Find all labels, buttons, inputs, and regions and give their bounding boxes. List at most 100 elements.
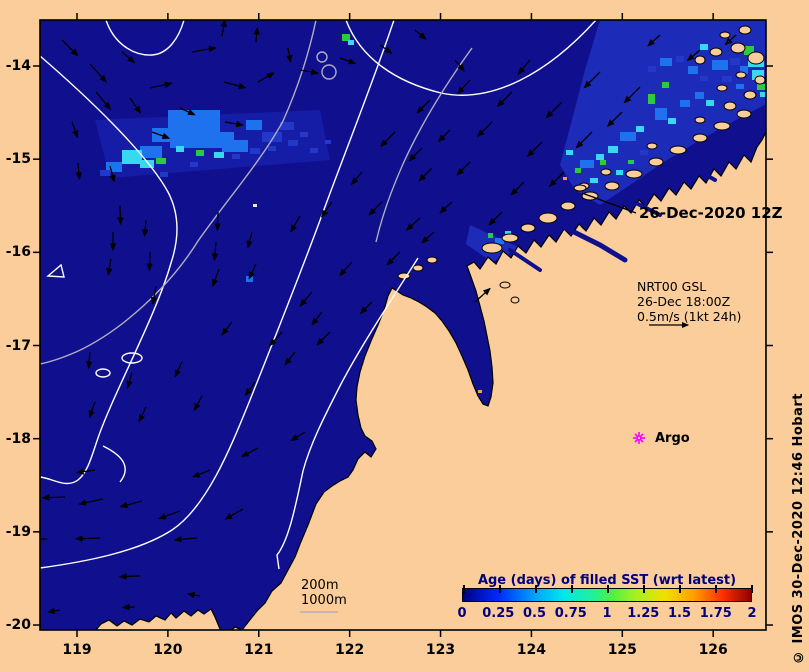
lat-tick-label: -20 <box>5 617 31 634</box>
current-arrow <box>117 205 124 226</box>
sst-age-patch <box>246 120 262 130</box>
lat-tick-label: -17 <box>5 337 31 354</box>
date-stamp: 26-Dec-2020 12Z <box>639 204 783 222</box>
depth-label-1000m: 1000m <box>301 593 347 608</box>
sst-age-patch <box>730 58 740 65</box>
credit-stamp: © IMOS 30-Dec-2020 12:46 Hobart <box>791 392 806 664</box>
current-legend-line2: 26-Dec 18:00Z <box>637 294 731 309</box>
sst-age-patch <box>712 60 728 70</box>
colorbar-tick <box>751 585 753 593</box>
sst-age-patch <box>170 136 200 148</box>
sst-age-patch <box>478 390 482 393</box>
map-canvas <box>33 13 773 637</box>
current-arrow <box>74 535 101 542</box>
sst-age-patch <box>288 140 298 146</box>
lat-tick-label: -15 <box>5 151 31 168</box>
lon-tick-label: 121 <box>244 642 274 658</box>
sst-age-patch <box>636 126 644 132</box>
sst-age-patch <box>668 118 676 124</box>
sst-age-patch <box>760 92 766 97</box>
sst-age-patch <box>648 66 656 72</box>
sst-age-patch <box>214 152 224 158</box>
sst-age-patch <box>300 132 308 137</box>
current-arrow <box>214 211 221 232</box>
colorbar-tick <box>463 585 465 593</box>
sst-age-patch <box>232 154 240 159</box>
colorbar-tick-label: 0.75 <box>554 606 587 621</box>
sst-age-patch <box>253 204 257 207</box>
sst-age-patch <box>190 162 198 167</box>
colorbar-tick-label: 1.75 <box>699 606 732 621</box>
sst-age-patch <box>222 140 248 152</box>
sst-age-patch <box>268 146 276 151</box>
lon-tick-label: 122 <box>335 642 365 658</box>
colorbar <box>462 585 753 602</box>
colorbar-tick-label: 0 <box>457 606 467 621</box>
colorbar-tick <box>571 585 573 593</box>
sst-age-patch <box>160 172 168 177</box>
sst-age-patch <box>176 146 184 152</box>
colorbar-tick <box>679 585 681 593</box>
lat-tick-label: -18 <box>5 430 31 447</box>
sst-age-patch <box>608 146 618 153</box>
sst-age-patch <box>100 170 110 176</box>
sst-age-patch <box>310 148 318 153</box>
sst-age-patch <box>596 154 604 160</box>
sst-age-patch <box>700 44 708 50</box>
lon-tick-label: 119 <box>62 642 92 658</box>
colorbar-tick-label: 0.25 <box>482 606 515 621</box>
colorbar-tick-label: 1.25 <box>627 606 660 621</box>
current-arrow <box>118 573 141 580</box>
sst-age-patch <box>575 168 581 173</box>
sst-age-patch <box>655 108 667 120</box>
lat-tick-label: -19 <box>5 523 31 540</box>
colorbar-tick <box>643 585 645 593</box>
current-arrow <box>41 494 66 501</box>
colorbar-tick <box>499 585 501 593</box>
lon-tick-label: 126 <box>698 642 728 658</box>
current-legend-line3: 0.5m/s (1kt 24h) <box>637 309 742 324</box>
sst-age-patch <box>648 94 655 104</box>
depth-label-200m: 200m <box>301 578 339 593</box>
colorbar-tick-label: 1.5 <box>667 606 692 621</box>
argo-label: Argo <box>655 431 690 446</box>
lon-tick-label: 124 <box>516 642 547 658</box>
sst-age-patch <box>680 100 690 107</box>
sst-age-patch <box>676 56 684 62</box>
colorbar-tick <box>715 585 717 593</box>
sst-age-patch <box>580 160 594 168</box>
sst-age-patch <box>342 34 350 41</box>
sst-age-patch <box>566 150 573 155</box>
current-legend-line1: NRT00 GSL <box>637 279 707 294</box>
sst-age-patch <box>640 150 648 155</box>
sst-age-patch <box>156 158 166 164</box>
current-arrow <box>146 251 153 272</box>
sst-age-patch <box>706 100 714 106</box>
sst-age-patch <box>757 84 765 90</box>
sst-age-patch <box>688 66 698 74</box>
imos-sst-age-figure: 26-Dec-2020 12Z NRT00 GSL 26-Dec 18:00Z … <box>0 0 809 672</box>
sst-age-patch <box>250 148 260 154</box>
colorbar-tick-label: 1 <box>602 606 612 621</box>
colorbar-tick <box>607 585 609 593</box>
lon-tick-label: 120 <box>153 642 183 658</box>
sst-age-patch <box>695 92 704 99</box>
sst-age-patch <box>196 150 204 156</box>
colorbar-tick-label: 0.5 <box>522 606 547 621</box>
sst-age-patch <box>628 160 634 164</box>
lon-tick-label: 123 <box>425 642 456 658</box>
sst-age-patch <box>325 140 331 144</box>
sst-age-patch <box>736 84 744 89</box>
sst-age-patch <box>348 40 354 45</box>
sst-age-patch <box>722 76 732 82</box>
sst-age-patch <box>700 76 708 81</box>
sst-age-patch <box>662 82 669 88</box>
lon-tick-label: 125 <box>607 642 637 658</box>
sst-age-patch <box>488 233 493 238</box>
lat-tick-label: -14 <box>5 58 31 74</box>
sst-age-patch <box>620 132 636 141</box>
colorbar-tick-label: 2 <box>747 606 757 621</box>
sst-age-patch <box>616 170 623 175</box>
lat-tick-label: -16 <box>5 244 31 261</box>
sst-age-patch <box>563 177 567 180</box>
